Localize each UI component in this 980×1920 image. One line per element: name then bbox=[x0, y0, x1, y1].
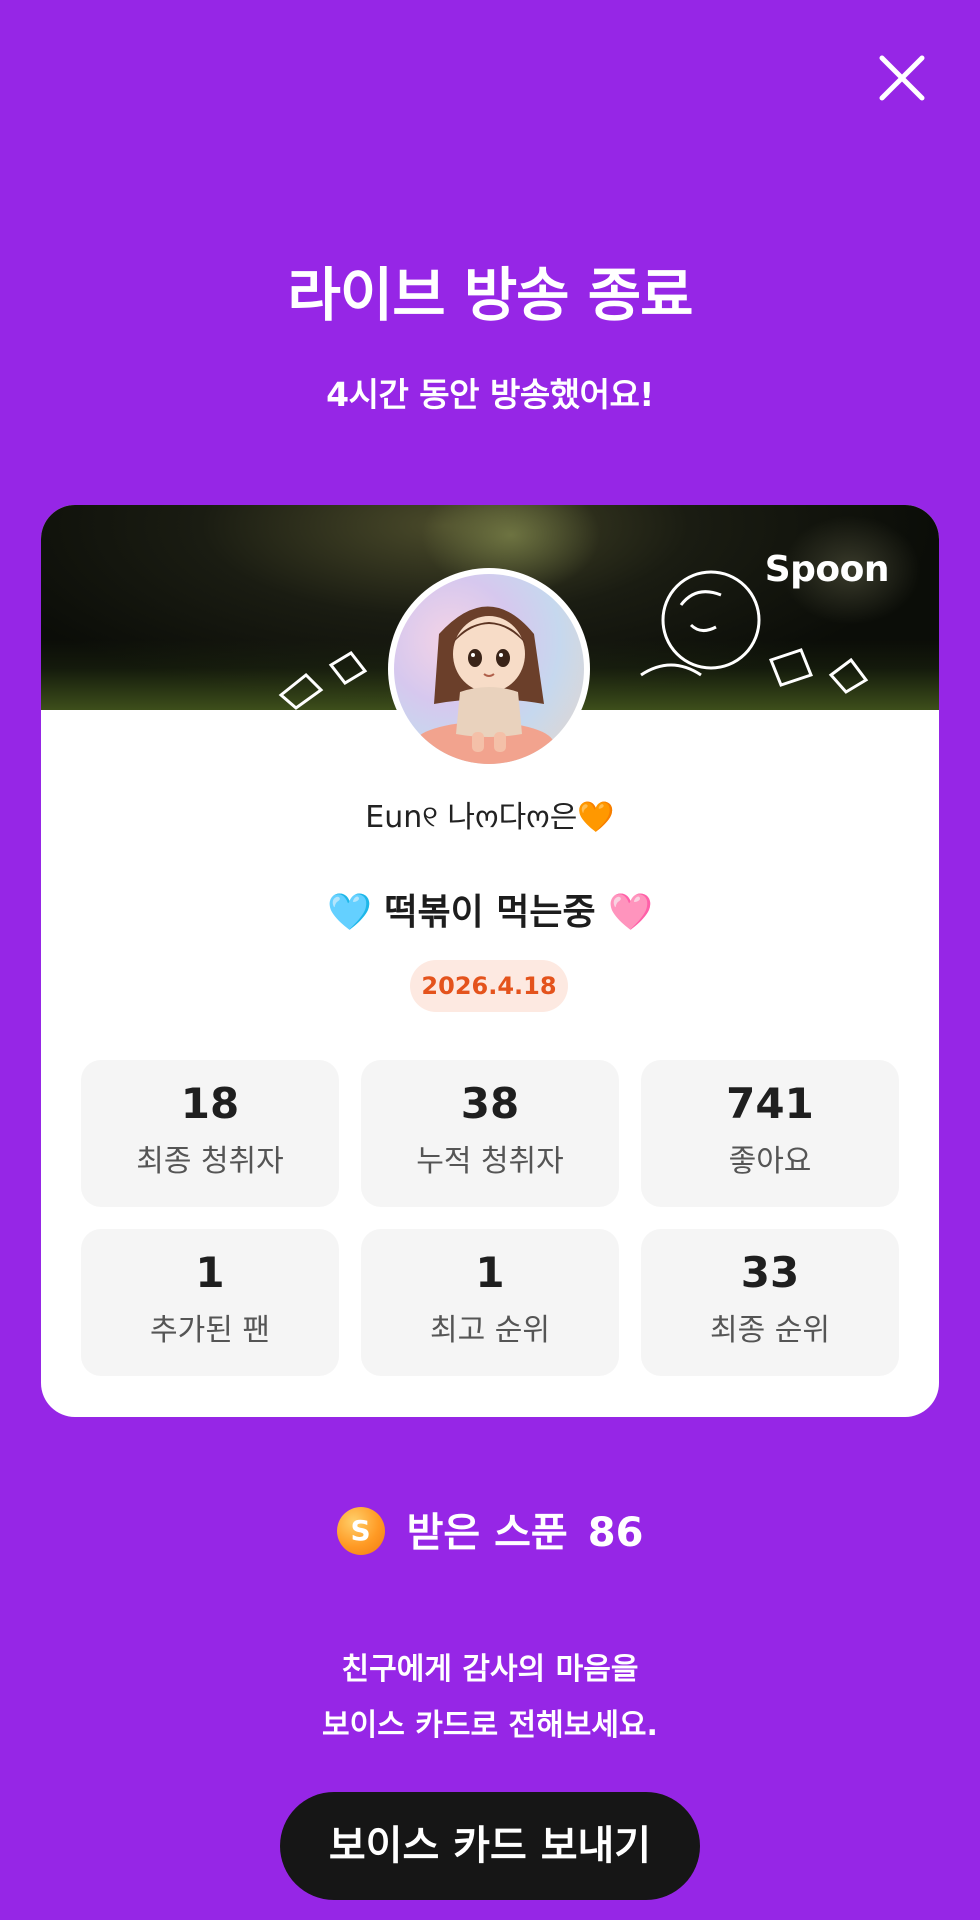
close-button[interactable] bbox=[872, 48, 932, 108]
avatar-doll-illustration bbox=[414, 606, 554, 764]
stat-likes: 741 좋아요 bbox=[641, 1060, 899, 1207]
broadcast-summary-card: Spoon Eun୧ 나ო다ო은🧡 🩵 떡볶이 먹는중 🩷 2026.4.18 bbox=[41, 505, 939, 1417]
broadcast-title: 🩵 떡볶이 먹는중 🩷 bbox=[327, 892, 653, 933]
stat-new-fans: 1 추가된 팬 bbox=[81, 1229, 339, 1376]
stat-label: 좋아요 bbox=[728, 1144, 812, 1179]
close-icon bbox=[879, 55, 925, 101]
spoons-count: 86 bbox=[587, 1510, 644, 1556]
stats-grid: 18 최종 청취자 38 누적 청취자 741 좋아요 1 추가된 팬 1 최고… bbox=[81, 1060, 899, 1376]
stat-label: 최고 순위 bbox=[430, 1313, 550, 1348]
stat-value: 741 bbox=[726, 1079, 814, 1128]
stat-final-listeners: 18 최종 청취자 bbox=[81, 1060, 339, 1207]
stat-best-rank: 1 최고 순위 bbox=[361, 1229, 619, 1376]
thanks-message: 친구에게 감사의 마음을 보이스 카드로 전해보세요. bbox=[0, 1642, 980, 1754]
spoons-label: 받은 스푼 bbox=[406, 1510, 568, 1556]
stat-value: 38 bbox=[460, 1079, 520, 1128]
stat-label: 추가된 팬 bbox=[150, 1313, 270, 1348]
thanks-message-line2: 보이스 카드로 전해보세요. bbox=[322, 1708, 658, 1743]
broadcast-duration: 4시간 동안 방송했어요! bbox=[326, 375, 654, 414]
stat-final-rank: 33 최종 순위 bbox=[641, 1229, 899, 1376]
host-nickname: Eun୧ 나ო다ო은🧡 bbox=[365, 800, 615, 835]
spoon-coin-icon: S bbox=[336, 1507, 385, 1555]
stat-value: 33 bbox=[740, 1248, 800, 1297]
send-voice-card-button[interactable]: 보이스 카드 보내기 bbox=[280, 1792, 700, 1900]
stat-label: 최종 순위 bbox=[710, 1313, 830, 1348]
stat-value: 18 bbox=[180, 1079, 240, 1128]
received-spoons: S 받은 스푼 86 bbox=[0, 1507, 980, 1558]
stat-value: 1 bbox=[475, 1248, 505, 1297]
thanks-message-line1: 친구에게 감사의 마음을 bbox=[341, 1652, 639, 1687]
brand-logo: Spoon bbox=[764, 549, 890, 590]
stat-value: 1 bbox=[195, 1248, 225, 1297]
broadcast-date-badge: 2026.4.18 bbox=[410, 960, 568, 1012]
page-title: 라이브 방송 종료 bbox=[287, 261, 694, 329]
avatar[interactable] bbox=[388, 568, 590, 770]
stat-total-listeners: 38 누적 청취자 bbox=[361, 1060, 619, 1207]
stat-label: 최종 청취자 bbox=[136, 1144, 284, 1179]
stat-label: 누적 청취자 bbox=[416, 1144, 564, 1179]
